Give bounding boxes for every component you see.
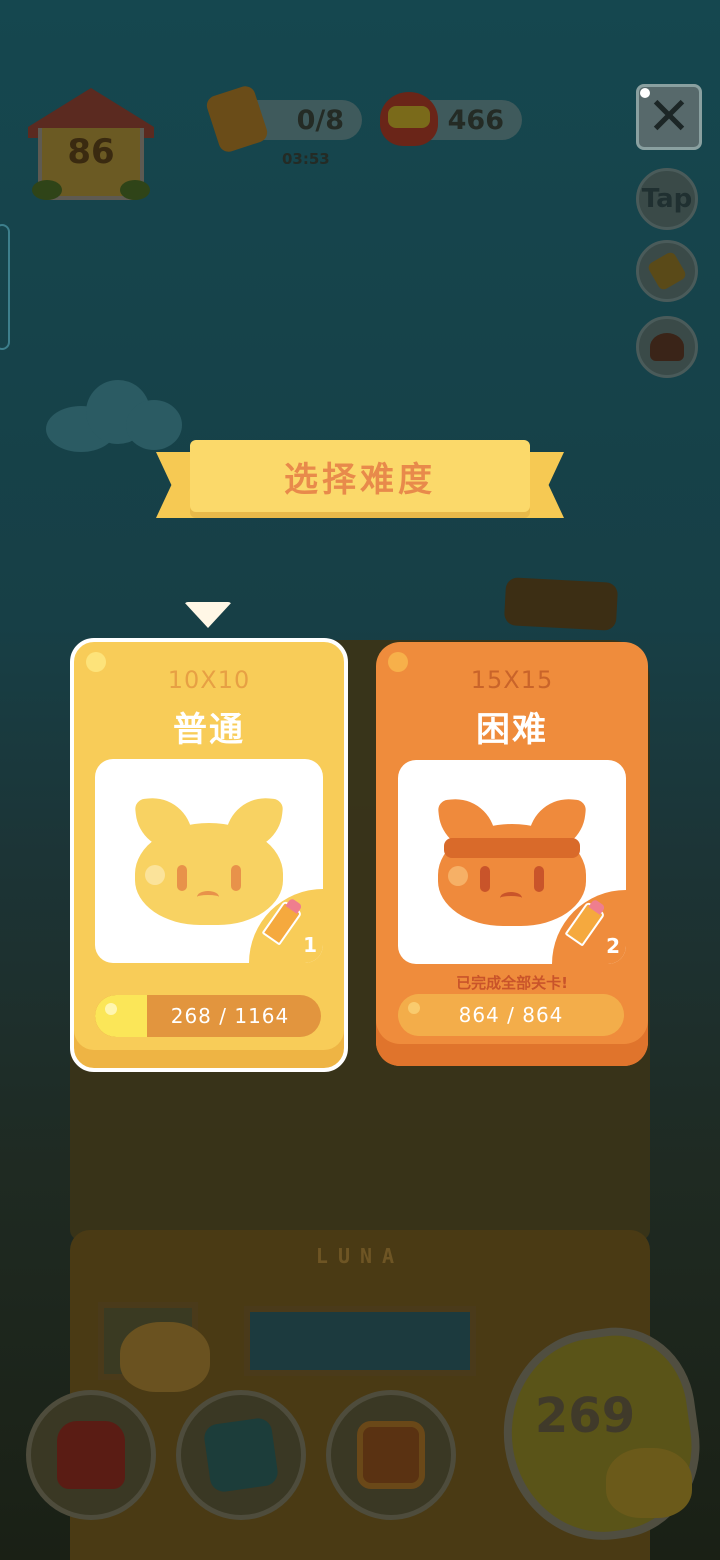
background-roof (503, 577, 619, 631)
progress-text: 864 / 864 (458, 1003, 564, 1027)
pencil-cost: 1 (303, 933, 317, 957)
album-icon (202, 1416, 280, 1494)
can-icon (380, 92, 438, 146)
house-level: 86 (67, 132, 115, 172)
difficulty-card-hard[interactable]: 15X15 困难 2 已完成全部关卡! 864 / 864 (376, 642, 648, 1066)
brush-button[interactable] (636, 240, 698, 302)
tap-button[interactable]: Tap (636, 168, 698, 230)
puzzle-preview: 2 (398, 760, 626, 964)
gallery-button[interactable] (326, 1390, 456, 1520)
stamp-icon (650, 333, 684, 361)
pencil-cost: 2 (606, 934, 620, 958)
notification-dot (640, 88, 650, 98)
house-level-badge[interactable]: 86 (22, 88, 160, 206)
refill-timer: 03:53 (282, 150, 330, 168)
progress-text: 268 / 1164 (170, 1004, 290, 1028)
tap-icon: Tap (641, 184, 693, 214)
difficulty-label: 困难 (476, 710, 548, 750)
progress-bar: 864 / 864 (398, 994, 624, 1036)
completion-text: 已完成全部关卡! (456, 974, 568, 992)
difficulty-label: 普通 (173, 710, 245, 750)
game-scene: LUNA 86 0/8 03:53 466 ✕ Tap 选择难度 10X10 普… (0, 0, 720, 1560)
bush-icon (32, 180, 62, 200)
pencil-icon (204, 83, 270, 155)
can-count: 466 (447, 104, 504, 136)
picture-frame-icon (357, 1421, 425, 1489)
album-button[interactable] (176, 1390, 306, 1520)
coin-count: 269 (534, 1388, 636, 1444)
furniture-button[interactable] (26, 1390, 156, 1520)
difficulty-banner: 选择难度 (156, 440, 564, 524)
selection-pointer-icon (184, 602, 232, 628)
close-icon: ✕ (647, 87, 691, 147)
cat-character (120, 1322, 210, 1392)
brush-icon (646, 250, 688, 292)
puzzle-preview: 1 (95, 759, 323, 963)
sofa-icon (57, 1421, 125, 1489)
left-edge-tab[interactable] (0, 224, 10, 350)
cat-face-icon (134, 794, 284, 925)
difficulty-card-normal[interactable]: 10X10 普通 1 268 / 1164 (70, 638, 348, 1072)
card-dot (388, 652, 408, 672)
dialog-title: 选择难度 (190, 440, 530, 512)
bush-icon (120, 180, 150, 200)
grid-size: 10X10 (167, 666, 251, 694)
shop-sign: LUNA (315, 1244, 405, 1268)
card-dot (86, 652, 106, 672)
grid-size: 15X15 (470, 666, 554, 694)
cat-face-icon (437, 795, 587, 926)
cat-head-icon (606, 1448, 692, 1518)
stamp-button[interactable] (636, 316, 698, 378)
room-window (244, 1306, 476, 1376)
progress-bar: 268 / 1164 (95, 995, 321, 1037)
pencil-count: 0/8 (296, 104, 344, 136)
